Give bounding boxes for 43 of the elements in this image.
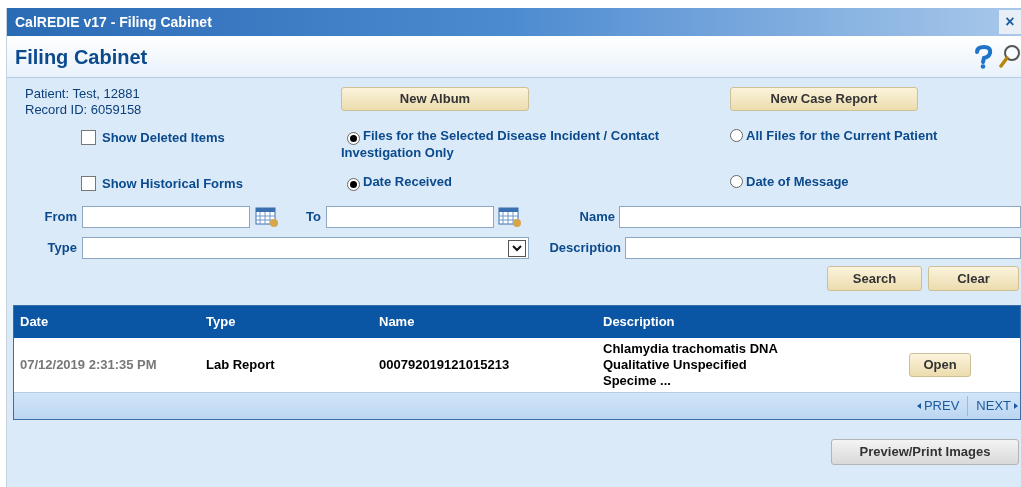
type-label: Type bbox=[46, 239, 78, 258]
description-label: Description bbox=[548, 239, 622, 258]
page-title: Filing Cabinet bbox=[15, 44, 148, 70]
column-header: Name bbox=[379, 313, 416, 332]
description-field[interactable] bbox=[625, 237, 1021, 259]
new-album-button[interactable]: New Album bbox=[341, 87, 529, 111]
column-header: Description bbox=[603, 313, 676, 332]
filter-radio[interactable]: Files for the Selected Disease Incident / Contact Investigation Only bbox=[341, 128, 730, 161]
from-date-field[interactable] bbox=[82, 206, 250, 228]
description-cell-text: Chlamydia trachomatis DNA Qualitative Unspecified Specime ... bbox=[603, 341, 779, 389]
record-id: Record ID: 6059158 bbox=[25, 102, 143, 118]
column-header: Type bbox=[206, 313, 237, 332]
name-label: Name bbox=[578, 208, 616, 227]
from-label: From bbox=[43, 208, 78, 227]
name-field[interactable] bbox=[619, 206, 1021, 228]
filter-radio[interactable]: Date of Message bbox=[730, 174, 1021, 190]
column-header: Date bbox=[19, 313, 50, 332]
show-option-checkbox[interactable]: Show Deleted Items bbox=[7, 128, 341, 148]
patient-name: Patient: Test, 12881 bbox=[25, 86, 141, 102]
new-case-report-button[interactable]: New Case Report bbox=[730, 87, 918, 111]
chevron-down-icon[interactable] bbox=[508, 239, 526, 257]
calendar-icon[interactable] bbox=[255, 206, 279, 228]
help-icon[interactable] bbox=[973, 44, 993, 69]
next-link[interactable]: NEXT bbox=[968, 396, 1018, 416]
window-title: CalREDIE v17 - Filing Cabinet bbox=[15, 12, 212, 32]
name-cell-text: 000792019121015213 bbox=[379, 356, 511, 375]
left-triangle-icon bbox=[916, 403, 921, 409]
open-button[interactable]: Open bbox=[909, 353, 971, 377]
filter-radio[interactable]: All Files for the Current Patient bbox=[730, 128, 1021, 144]
preview-print-images-button[interactable]: Preview/Print Images bbox=[831, 439, 1019, 465]
search-button[interactable]: Search bbox=[827, 266, 922, 291]
close-button[interactable]: × bbox=[999, 10, 1021, 34]
right-triangle-icon bbox=[1014, 403, 1018, 409]
search-icon[interactable] bbox=[999, 43, 1021, 70]
to-label: To bbox=[305, 208, 322, 227]
prev-link[interactable]: PREV bbox=[916, 396, 969, 416]
type-cell-text: Lab Report bbox=[206, 356, 276, 375]
to-date-field[interactable] bbox=[326, 206, 494, 228]
calendar-icon[interactable] bbox=[498, 206, 522, 228]
show-option-checkbox[interactable]: Show Historical Forms bbox=[7, 174, 341, 194]
clear-button[interactable]: Clear bbox=[928, 266, 1019, 291]
filter-radio[interactable]: Date Received bbox=[341, 174, 730, 191]
date-cell-text: 07/12/2019 2:31:35 PM bbox=[19, 356, 158, 375]
